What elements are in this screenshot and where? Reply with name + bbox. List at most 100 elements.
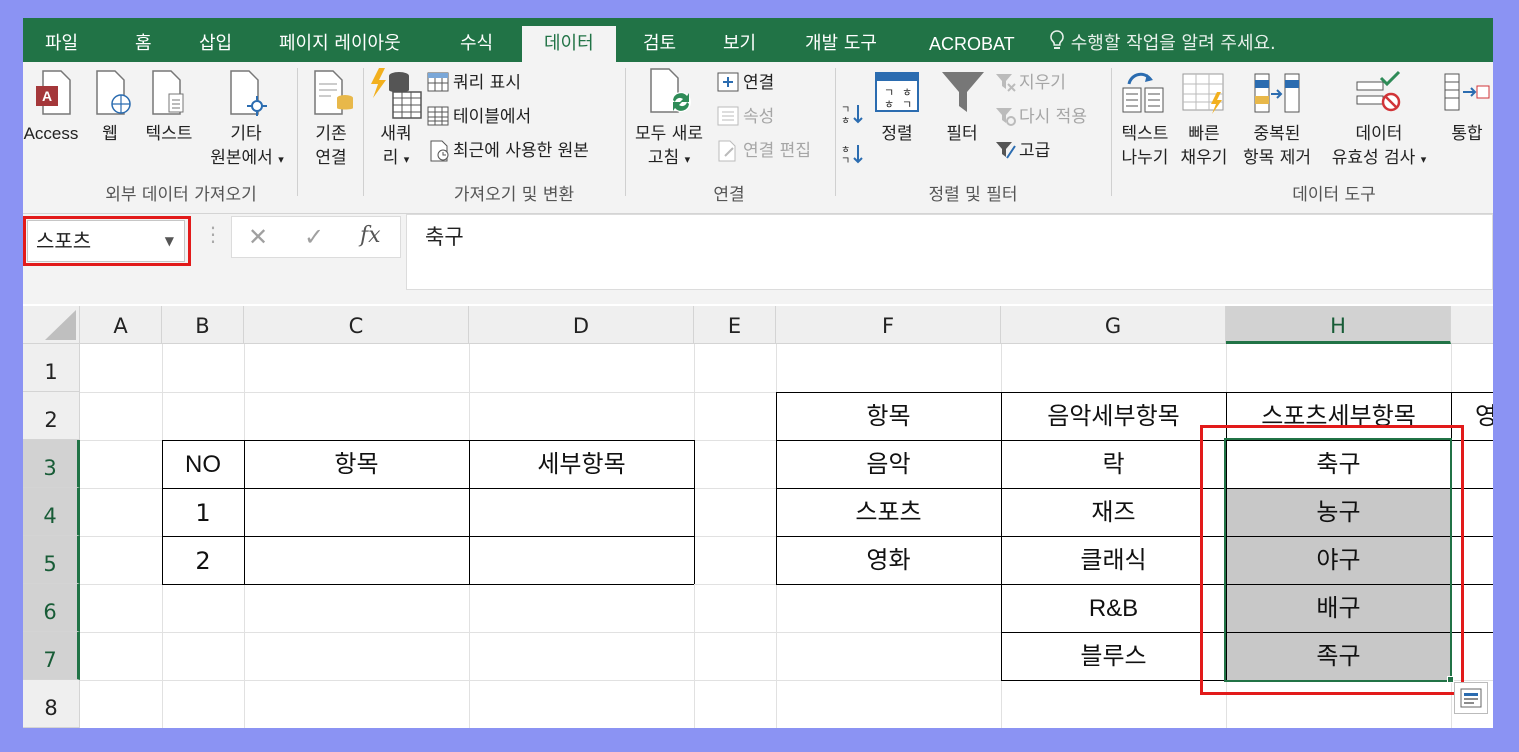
remove-duplicates-label-2[interactable]: 항목 제거 <box>1235 146 1319 170</box>
table1-header-item[interactable]: 항목 <box>244 440 469 488</box>
web-button[interactable]: 웹 <box>97 122 123 146</box>
separator <box>1111 68 1112 196</box>
row-header-6[interactable]: 6 <box>23 584 80 632</box>
tab-home[interactable]: 홈 <box>135 18 152 62</box>
tab-data[interactable]: 데이터 <box>522 26 616 62</box>
tab-insert[interactable]: 삽입 <box>199 18 232 62</box>
connections-button[interactable]: 연결 <box>743 72 774 94</box>
reapply-button[interactable]: 다시 적용 <box>1019 106 1087 128</box>
new-query-button[interactable]: 리 ▾ <box>371 146 421 172</box>
refresh-all-icon <box>647 68 697 122</box>
text-file-icon <box>149 70 189 120</box>
refresh-all-button[interactable]: 고침 ▾ <box>627 146 711 172</box>
table2-header-partial[interactable]: 영 <box>1475 392 1493 440</box>
access-icon: A <box>35 70 75 120</box>
column-header-c[interactable]: C <box>244 306 469 344</box>
music-detail[interactable]: R&B <box>1001 584 1226 634</box>
column-header-g[interactable]: G <box>1001 306 1226 344</box>
filter-button[interactable]: 필터 <box>939 122 985 146</box>
table2-header-music[interactable]: 음악세부항목 <box>1001 392 1226 440</box>
table2-item[interactable]: 음악 <box>776 440 1001 488</box>
flash-fill-label-2[interactable]: 채우기 <box>1173 146 1235 170</box>
insert-function-icon[interactable]: fx <box>360 223 381 248</box>
recent-sources-icon <box>429 140 451 166</box>
music-detail[interactable]: 락 <box>1001 440 1226 488</box>
connections-icon <box>717 72 739 96</box>
other-sources-label-1[interactable]: 기타 <box>223 122 269 146</box>
table2-header-item[interactable]: 항목 <box>776 392 1001 440</box>
enter-icon[interactable]: ✓ <box>304 223 324 251</box>
column-header-b[interactable]: B <box>162 306 244 344</box>
access-button[interactable]: Access <box>23 122 79 146</box>
table2-item[interactable]: 영화 <box>776 536 1001 584</box>
row-header-8[interactable]: 8 <box>23 680 80 728</box>
text-to-columns-label-1[interactable]: 텍스트 <box>1117 122 1173 146</box>
row-header-1[interactable]: 1 <box>23 344 80 392</box>
row-header-3[interactable]: 3 <box>23 440 80 488</box>
music-detail[interactable]: 블루스 <box>1001 632 1226 680</box>
tab-page-layout[interactable]: 페이지 레이아웃 <box>279 18 401 62</box>
flash-fill-label-1[interactable]: 빠른 <box>1179 122 1229 146</box>
clear-button[interactable]: 지우기 <box>1019 72 1066 94</box>
remove-duplicates-label-1[interactable]: 중복된 <box>1245 122 1309 146</box>
column-header-i-partial[interactable] <box>1451 306 1493 344</box>
column-header-d[interactable]: D <box>469 306 694 344</box>
separator <box>297 68 298 196</box>
sort-button[interactable]: 정렬 <box>875 122 919 146</box>
text-to-columns-icon <box>1121 70 1167 118</box>
advanced-button[interactable]: 고급 <box>1019 140 1050 162</box>
cancel-icon[interactable]: ✕ <box>248 223 268 251</box>
tab-formulas[interactable]: 수식 <box>460 18 493 62</box>
group-get-transform: 가져오기 및 변환 <box>453 185 575 205</box>
other-sources-icon <box>227 70 267 120</box>
other-sources-button[interactable]: 원본에서 ▾ <box>199 146 295 172</box>
tab-acrobat[interactable]: ACROBAT <box>929 18 1015 62</box>
column-header-f[interactable]: F <box>776 306 1001 344</box>
table1-row-number[interactable]: 1 <box>162 488 244 538</box>
properties-button[interactable]: 속성 <box>743 106 774 128</box>
tab-developer[interactable]: 개발 도구 <box>805 18 877 62</box>
text-button[interactable]: 텍스트 <box>139 122 199 146</box>
data-validation-label-1[interactable]: 데이터 <box>1349 122 1409 146</box>
row-header-4[interactable]: 4 <box>23 488 80 536</box>
new-query-label-1[interactable]: 새쿼 <box>371 122 421 146</box>
data-validation-button[interactable]: 유효성 검사 ▾ <box>1319 146 1439 172</box>
group-data-tools: 데이터 도구 <box>1292 185 1376 205</box>
row-header-7[interactable]: 7 <box>23 632 80 680</box>
row-header-5[interactable]: 5 <box>23 536 80 584</box>
show-queries-icon <box>427 72 449 96</box>
show-queries-button[interactable]: 쿼리 표시 <box>453 72 521 94</box>
table1-row-number[interactable]: 2 <box>162 536 244 586</box>
recent-sources-button[interactable]: 최근에 사용한 원본 <box>453 140 589 162</box>
column-header-e[interactable]: E <box>694 306 776 344</box>
column-header-h[interactable]: H <box>1226 306 1451 344</box>
tab-file[interactable]: 파일 <box>45 18 78 62</box>
quick-analysis-button[interactable] <box>1454 682 1488 714</box>
consolidate-button[interactable]: 통합 <box>1441 122 1493 146</box>
from-table-button[interactable]: 테이블에서 <box>453 106 531 128</box>
formula-input[interactable]: 축구 <box>406 214 1493 290</box>
tell-me-box[interactable]: 수행할 작업을 알려 주세요. <box>1049 18 1276 62</box>
refresh-all-label-1[interactable]: 모두 새로 <box>627 122 711 146</box>
existing-connections-label-2[interactable]: 연결 <box>305 146 357 170</box>
formula-bar-grip-icon[interactable]: ⋮ <box>203 222 223 246</box>
tab-view[interactable]: 보기 <box>723 18 756 62</box>
music-detail[interactable]: 재즈 <box>1001 488 1226 536</box>
column-header-a[interactable]: A <box>80 306 162 344</box>
table1-border <box>694 440 695 584</box>
music-detail[interactable]: 클래식 <box>1001 536 1226 584</box>
edit-links-button[interactable]: 연결 편집 <box>743 140 811 162</box>
existing-connections-label-1[interactable]: 기존 <box>305 122 357 146</box>
row-header-2[interactable]: 2 <box>23 392 80 440</box>
select-all-corner[interactable] <box>23 306 80 344</box>
formula-buttons: ✕ ✓ fx <box>231 216 401 258</box>
table1-header-detail[interactable]: 세부항목 <box>469 440 694 488</box>
table2-item[interactable]: 스포츠 <box>776 488 1001 536</box>
text-to-columns-label-2[interactable]: 나누기 <box>1117 146 1173 170</box>
worksheet[interactable]: A B C D E F G H 1 2 3 4 5 6 7 8 NO 항목 세부… <box>23 306 1493 728</box>
tab-review[interactable]: 검토 <box>643 18 676 62</box>
separator <box>835 68 836 196</box>
table1-header-no[interactable]: NO <box>162 440 244 490</box>
separator <box>363 68 364 196</box>
svg-text:A: A <box>42 88 52 104</box>
